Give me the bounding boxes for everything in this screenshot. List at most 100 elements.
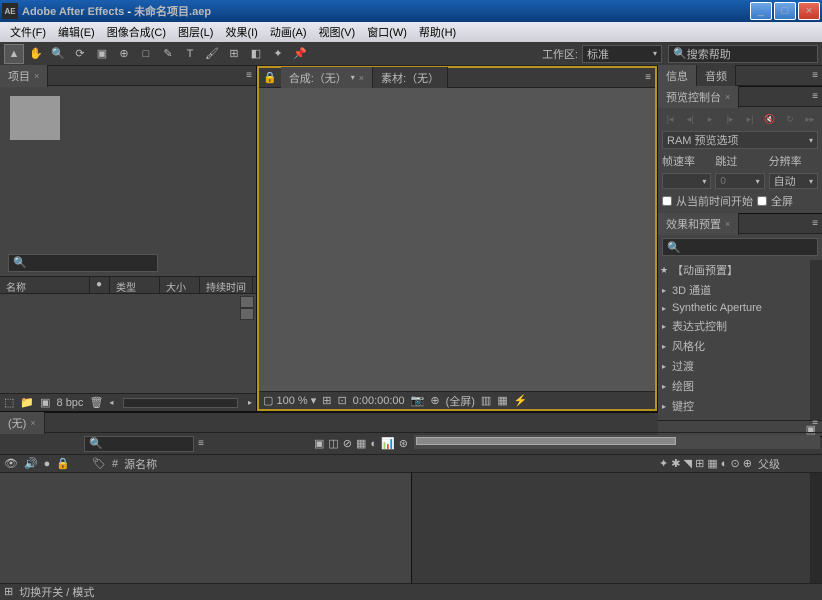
bpc-button[interactable]: 8 bpc	[57, 397, 84, 409]
new-comp-icon[interactable]: ▣	[40, 396, 50, 409]
view-select[interactable]: (全屏)	[446, 393, 475, 409]
text-tool[interactable]: T	[180, 44, 200, 64]
effects-scrollbar[interactable]	[810, 260, 822, 420]
effects-search-input[interactable]: 🔍	[662, 238, 818, 256]
workspace-select[interactable]: 标准▾	[582, 45, 662, 63]
menu-window[interactable]: 窗口(W)	[361, 22, 413, 42]
delete-icon[interactable]: 🗑	[89, 396, 103, 409]
timeline-search-menu[interactable]: ≡	[198, 438, 204, 449]
brainstorm-icon[interactable]: ⊛	[399, 437, 408, 450]
project-tab[interactable]: 项目×	[0, 65, 48, 87]
pen-tool[interactable]: ✎	[158, 44, 178, 64]
menu-composition[interactable]: 图像合成(C)	[101, 22, 172, 42]
fast-preview-icon[interactable]: ⚡	[514, 394, 528, 407]
menu-view[interactable]: 视图(V)	[313, 22, 362, 42]
first-frame-button[interactable]: |◂	[662, 111, 678, 127]
preview-panel-menu[interactable]: ≡	[812, 91, 818, 102]
next-frame-button[interactable]: |▸	[722, 111, 738, 127]
timeline-tab[interactable]: (无)×	[0, 412, 45, 434]
timeline-vscroll[interactable]	[810, 473, 822, 583]
lock-col-icon[interactable]: 🔒	[56, 457, 70, 470]
fps-select[interactable]: ▾	[662, 173, 711, 189]
from-current-checkbox[interactable]	[662, 196, 672, 206]
av-features-icon[interactable]: 👁	[4, 457, 18, 470]
timeline-ruler[interactable]	[414, 435, 820, 449]
frame-blend-icon[interactable]: ▦	[356, 437, 366, 450]
zoom-select[interactable]: ▢ 100 % ▾	[263, 394, 316, 407]
col-name[interactable]: 名称	[0, 277, 90, 293]
switches-icons[interactable]: ✦ ✱ ◥ ⊞ ▦ ◐ ⊙ ⊕	[659, 457, 752, 470]
effects-tab[interactable]: 效果和预置×	[658, 213, 739, 235]
col-type[interactable]: ●	[90, 277, 110, 293]
comp-tab[interactable]: 合成:（无）▾×	[281, 67, 373, 89]
graph-editor-icon[interactable]: 📊	[381, 437, 395, 450]
motion-blur-icon[interactable]: ◐	[370, 438, 377, 450]
new-folder-icon[interactable]: 📁	[20, 396, 34, 409]
comp-mini-flowchart-icon[interactable]: ▣	[314, 437, 324, 450]
index-col[interactable]: #	[112, 458, 118, 470]
audio-tab[interactable]: 音频	[697, 65, 736, 87]
fx-category[interactable]: 表达式控制	[658, 316, 822, 336]
info-panel-menu[interactable]: ≡	[812, 70, 818, 81]
fx-category[interactable]: Synthetic Aperture	[658, 300, 822, 316]
fx-category[interactable]: 绘图	[658, 376, 822, 396]
menu-animation[interactable]: 动画(A)	[264, 22, 313, 42]
hand-tool[interactable]: ✋	[26, 44, 46, 64]
menu-layer[interactable]: 图层(L)	[172, 22, 219, 42]
solo-col-icon[interactable]: ●	[44, 458, 51, 470]
col-duration[interactable]: 持续时间	[200, 277, 253, 293]
mute-button[interactable]: 🔇	[762, 111, 778, 127]
fx-category[interactable]: 过渡	[658, 356, 822, 376]
scroll-right-icon[interactable]: ▸	[248, 398, 252, 407]
menu-effect[interactable]: 效果(I)	[219, 22, 263, 42]
col-size[interactable]: 大小	[160, 277, 200, 293]
play-button[interactable]: ▸	[702, 111, 718, 127]
col-type-label[interactable]: 类型	[110, 277, 160, 293]
last-frame-button[interactable]: ▸|	[742, 111, 758, 127]
timeline-layer-list[interactable]	[0, 473, 412, 583]
comp-panel-menu[interactable]: ≡	[645, 72, 651, 83]
puppet-tool[interactable]: 📌	[290, 44, 310, 64]
time-display[interactable]: 0:00:00:00	[353, 395, 405, 407]
info-tab[interactable]: 信息	[658, 65, 697, 87]
prev-frame-button[interactable]: ◂|	[682, 111, 698, 127]
ram-preview-select[interactable]: RAM 预览选项▾	[662, 131, 818, 149]
fx-category[interactable]: 键控	[658, 396, 822, 416]
minimize-button[interactable]: _	[750, 2, 772, 20]
hide-shy-icon[interactable]: ⊘	[343, 437, 352, 450]
menu-edit[interactable]: 编辑(E)	[52, 22, 101, 42]
skip-select[interactable]: 0▾	[715, 173, 764, 189]
camera-tool[interactable]: ▣	[92, 44, 112, 64]
resolution-icon[interactable]: ⊞	[322, 394, 331, 407]
fx-category[interactable]: 3D 通道	[658, 280, 822, 300]
help-search-input[interactable]: 🔍 搜索帮助	[668, 45, 818, 63]
source-name-col[interactable]: 源名称	[124, 456, 157, 472]
project-hscroll[interactable]	[123, 398, 238, 408]
timeline-search-input[interactable]: 🔍	[84, 436, 194, 452]
pan-behind-tool[interactable]: ⊕	[114, 44, 134, 64]
fx-category[interactable]: 旧版本	[658, 416, 822, 420]
lock-icon[interactable]: 🔒	[259, 71, 281, 84]
scroll-left-icon[interactable]: ◂	[109, 398, 113, 407]
interpret-footage-icon[interactable]: ⬚	[4, 396, 14, 409]
audio-col-icon[interactable]: 🔊	[24, 457, 38, 470]
fx-category[interactable]: 风格化	[658, 336, 822, 356]
eraser-tool[interactable]: ◧	[246, 44, 266, 64]
toggle-switches-button[interactable]: 切换开关 / 模式	[19, 584, 94, 600]
pixel-aspect-icon[interactable]: ▦	[497, 394, 507, 407]
channel-icon[interactable]: ⊕	[430, 394, 439, 407]
rotate-tool[interactable]: ⟳	[70, 44, 90, 64]
grid-icon[interactable]: ⊡	[337, 394, 346, 407]
loop-button[interactable]: ↻	[782, 111, 798, 127]
brush-tool[interactable]: 🖌	[202, 44, 222, 64]
snapshot-icon[interactable]: 📷	[411, 394, 425, 407]
close-button[interactable]: ×	[798, 2, 820, 20]
project-search-input[interactable]: 🔍	[8, 254, 158, 272]
draft-3d-icon[interactable]: ◫	[328, 437, 338, 450]
expand-pane-icon[interactable]: ⊞	[4, 585, 13, 598]
work-area-bar[interactable]	[416, 437, 676, 445]
zoom-tool[interactable]: 🔍	[48, 44, 68, 64]
timeline-track-area[interactable]	[412, 473, 822, 583]
mask-tool[interactable]: □	[136, 44, 156, 64]
project-item-list[interactable]	[0, 294, 256, 394]
